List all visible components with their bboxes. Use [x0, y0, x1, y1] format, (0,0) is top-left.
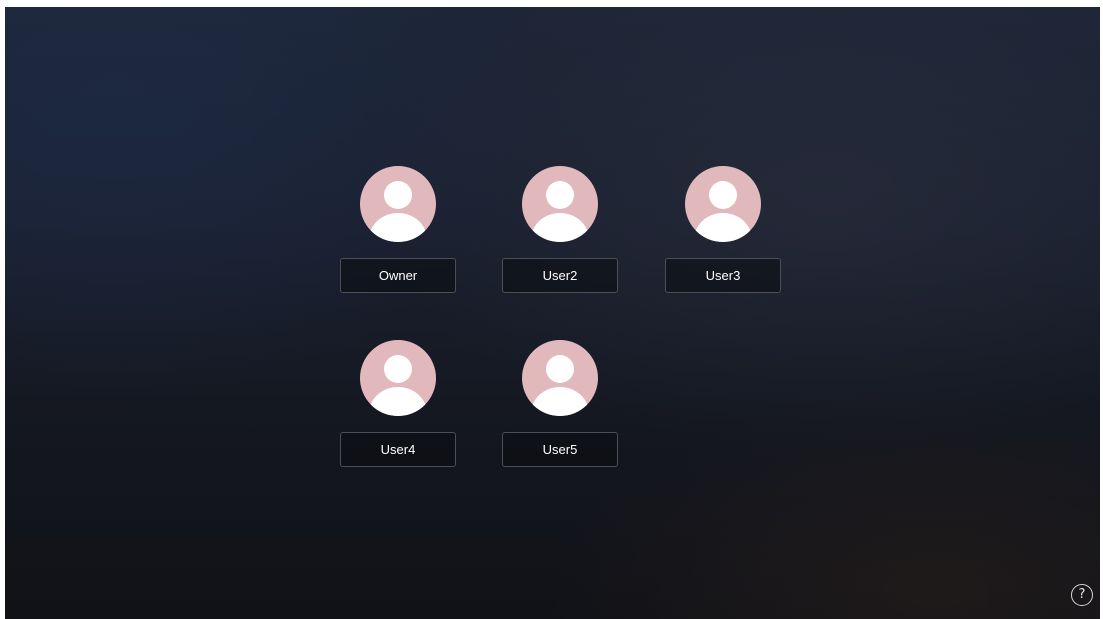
user-tile-user2[interactable]: User2 [502, 166, 618, 294]
avatar-body [531, 213, 589, 242]
avatar-head [709, 181, 737, 209]
avatar-body [369, 213, 427, 242]
avatar-head [384, 181, 412, 209]
user-name-button[interactable]: User2 [502, 258, 618, 293]
avatar-head [384, 355, 412, 383]
user-tile-owner[interactable]: Owner [340, 166, 456, 294]
user-tile-user5[interactable]: User5 [502, 340, 618, 468]
user-name-button[interactable]: User4 [340, 432, 456, 467]
avatar-head [546, 181, 574, 209]
user-select-screen: Owner User2 User3 User4 User5 ? [5, 7, 1100, 619]
avatar-body [531, 387, 589, 416]
user-tile-user4[interactable]: User4 [340, 340, 456, 468]
avatar-icon[interactable] [360, 340, 436, 416]
avatar-icon[interactable] [685, 166, 761, 242]
avatar-icon[interactable] [522, 340, 598, 416]
avatar-body [369, 387, 427, 416]
avatar-head [546, 355, 574, 383]
user-name-button[interactable]: User5 [502, 432, 618, 467]
avatar-icon[interactable] [360, 166, 436, 242]
avatar-icon[interactable] [522, 166, 598, 242]
user-name-button[interactable]: User3 [665, 258, 781, 293]
user-tile-user3[interactable]: User3 [665, 166, 781, 294]
avatar-body [694, 213, 752, 242]
user-name-button[interactable]: Owner [340, 258, 456, 293]
help-icon[interactable]: ? [1071, 584, 1093, 606]
